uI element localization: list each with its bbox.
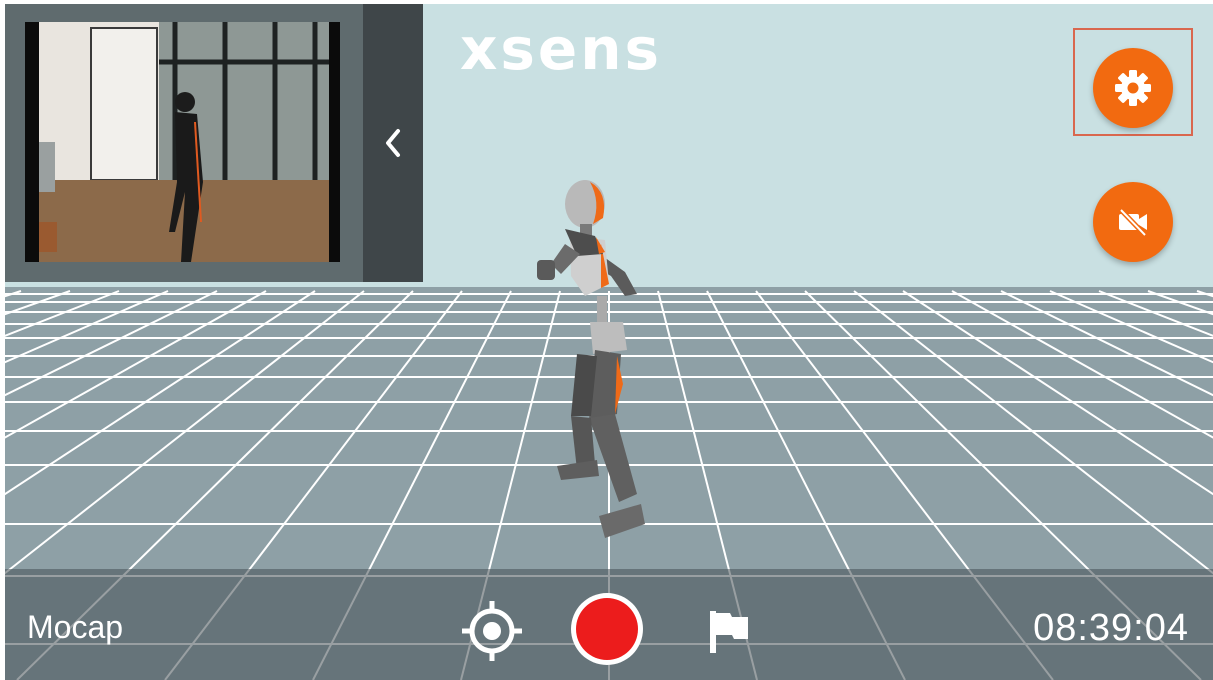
settings-button[interactable] [1093,48,1173,128]
gear-icon [1115,70,1151,106]
flag-icon [710,611,748,653]
camera-off-button[interactable] [1093,182,1173,262]
video-off-icon [1119,208,1147,237]
recording-timecode: 08:39:04 [1033,607,1189,649]
camera-video-feed [25,22,340,262]
camera-preview-panel [5,4,423,282]
mocap-viewport: xsens Mocap 08:39:04 [5,4,1213,680]
recenter-button[interactable] [457,596,527,666]
add-marker-button[interactable] [700,603,756,659]
xsens-logo: xsens [460,15,663,83]
mode-label: Mocap [27,609,124,645]
collapse-preview-button[interactable] [363,4,423,282]
crosshair-icon [462,601,522,661]
bottom-toolbar: Mocap 08:39:04 [5,569,1213,680]
record-button[interactable] [571,593,643,665]
record-icon [576,598,638,660]
chevron-left-icon [386,129,400,157]
